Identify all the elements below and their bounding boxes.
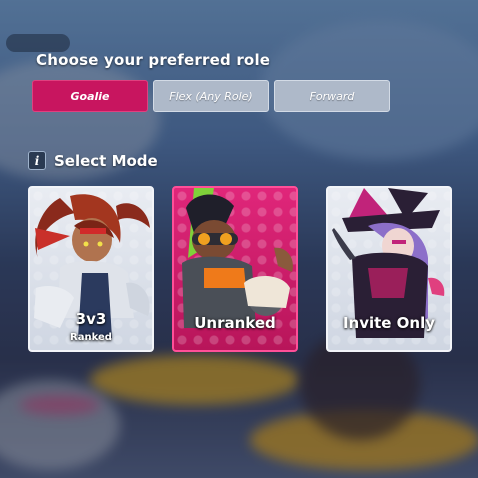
mode-card-unranked[interactable]: Unranked bbox=[172, 186, 298, 352]
info-icon[interactable]: i bbox=[28, 151, 46, 170]
mode-card-subtitle: Ranked bbox=[70, 332, 112, 343]
mode-card-title: Unranked bbox=[194, 314, 276, 332]
mode-section-title: Select Mode bbox=[54, 151, 158, 170]
role-section-title: Choose your preferred role bbox=[36, 51, 271, 69]
role-button-goalie[interactable]: Goalie bbox=[32, 80, 148, 112]
role-button-label: Flex (Any Role) bbox=[169, 89, 253, 103]
mode-card-title: Invite Only bbox=[342, 314, 436, 332]
role-button-forward[interactable]: Forward bbox=[274, 80, 390, 112]
role-button-flex[interactable]: Flex (Any Role) bbox=[153, 80, 269, 112]
mode-card-invite-only[interactable]: Invite Only bbox=[326, 186, 452, 352]
mode-card-3v3-ranked[interactable]: 3v3 Ranked bbox=[28, 186, 154, 352]
top-hud-pill bbox=[6, 34, 70, 52]
role-button-label: Forward bbox=[309, 89, 355, 103]
role-button-label: Goalie bbox=[70, 89, 110, 103]
mode-section-header: i Select Mode bbox=[28, 151, 158, 170]
mode-card-title: 3v3 bbox=[75, 310, 107, 328]
